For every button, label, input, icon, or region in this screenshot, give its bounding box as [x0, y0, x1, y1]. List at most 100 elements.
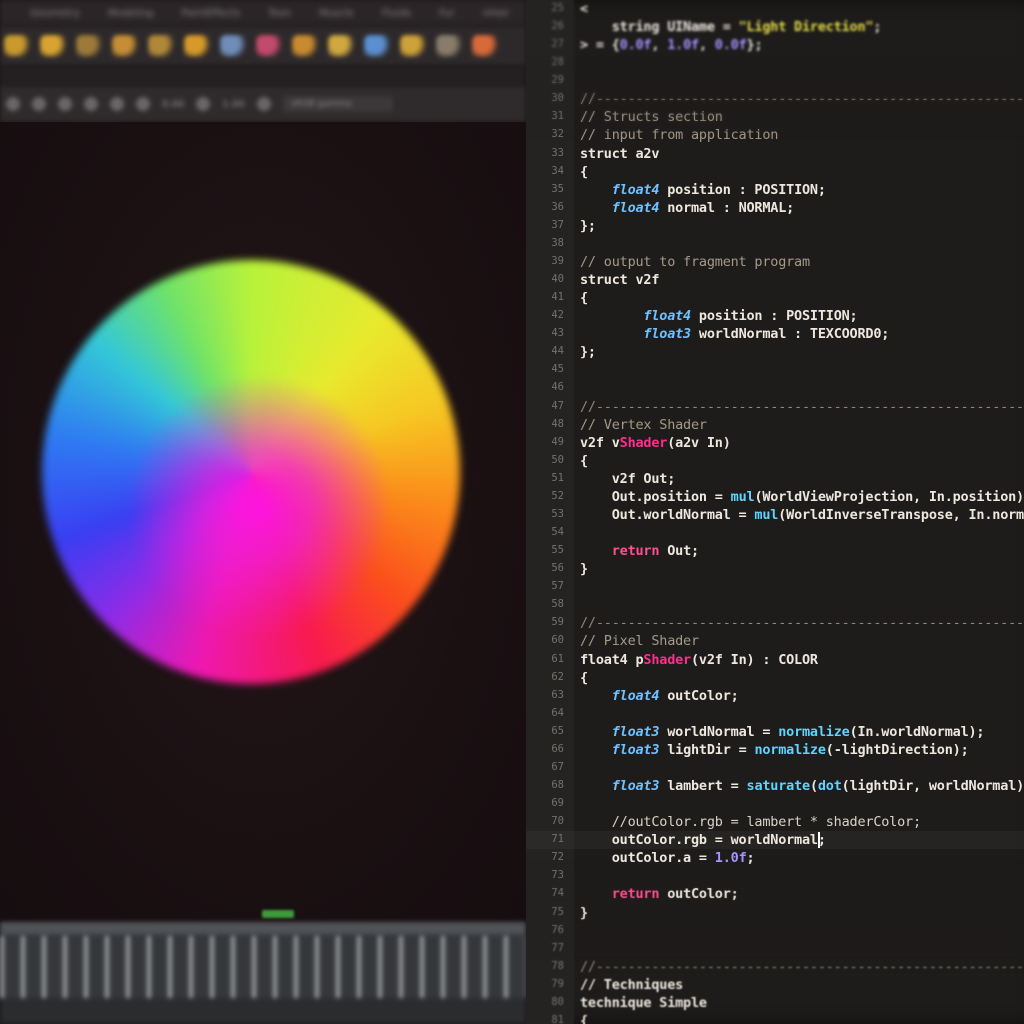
- code-line[interactable]: 52 Out.position = mul(WorldViewProjectio…: [526, 488, 1024, 506]
- code-line[interactable]: 73: [526, 867, 1024, 885]
- code-line[interactable]: 56}: [526, 560, 1024, 578]
- code-line[interactable]: 74 return outColor;: [526, 885, 1024, 903]
- tool-icon[interactable]: [292, 35, 318, 57]
- code-line[interactable]: 76: [526, 922, 1024, 940]
- shelf-tab[interactable]: Modeling: [108, 8, 154, 19]
- camera-icon[interactable]: [6, 97, 20, 111]
- code-line[interactable]: 54: [526, 524, 1024, 542]
- exposure-value[interactable]: 0.00: [162, 99, 184, 110]
- code-line[interactable]: 46: [526, 379, 1024, 397]
- code-token: // input from application: [580, 127, 779, 144]
- code-line[interactable]: 81 {: [526, 1012, 1024, 1024]
- viewport-canvas[interactable]: [0, 122, 526, 922]
- code-line[interactable]: 58: [526, 596, 1024, 614]
- shelf-tab[interactable]: Toon: [268, 8, 291, 19]
- code-line[interactable]: 68 float3 lambert = saturate(dot(lightDi…: [526, 777, 1024, 795]
- code-line[interactable]: 37};: [526, 217, 1024, 235]
- code-line[interactable]: 53 Out.worldNormal = mul(WorldInverseTra…: [526, 506, 1024, 524]
- tool-icon[interactable]: [472, 35, 498, 57]
- code-line[interactable]: 62 {: [526, 669, 1024, 687]
- code-line[interactable]: 44};: [526, 343, 1024, 361]
- code-line[interactable]: 25 <: [526, 0, 1024, 18]
- code-line[interactable]: 78 //------------------------------------…: [526, 958, 1024, 976]
- code-line[interactable]: 33 struct a2v: [526, 145, 1024, 163]
- code-line[interactable]: 36 float4 normal : NORMAL;: [526, 199, 1024, 217]
- current-frame-marker[interactable]: [262, 910, 294, 918]
- code-line[interactable]: 41 {: [526, 289, 1024, 307]
- exposure-icon[interactable]: [136, 97, 150, 111]
- code-line[interactable]: 40 struct v2f: [526, 271, 1024, 289]
- code-line[interactable]: 42 float4 position : POSITION;: [526, 307, 1024, 325]
- code-line[interactable]: 55 return Out;: [526, 542, 1024, 560]
- tool-icon[interactable]: [220, 35, 246, 57]
- code-line[interactable]: 34 {: [526, 163, 1024, 181]
- tool-icon[interactable]: [148, 35, 174, 57]
- code-line[interactable]: 49 v2f vShader(a2v In): [526, 434, 1024, 452]
- tool-icon[interactable]: [256, 35, 282, 57]
- code-line[interactable]: 77: [526, 940, 1024, 958]
- tool-icon[interactable]: [40, 35, 66, 57]
- shelf-tab[interactable]: Muscle: [319, 8, 354, 19]
- shelf-tab[interactable]: Fluids: [382, 8, 411, 19]
- tool-icon[interactable]: [436, 35, 462, 57]
- code-line[interactable]: 50 {: [526, 452, 1024, 470]
- code-line[interactable]: 26 string UIName = "Light Direction";: [526, 18, 1024, 36]
- tool-icon[interactable]: [76, 35, 102, 57]
- code-line[interactable]: 31 // Structs section: [526, 108, 1024, 126]
- light-icon[interactable]: [84, 97, 98, 111]
- code-line[interactable]: 57: [526, 578, 1024, 596]
- code-line[interactable]: 60 // Pixel Shader: [526, 632, 1024, 650]
- code-editor[interactable]: 25 <26 string UIName = "Light Direction";…: [526, 0, 1024, 1024]
- time-slider[interactable]: [0, 922, 526, 1024]
- shelf-tab[interactable]: nHair: [483, 8, 510, 19]
- color-space-dropdown[interactable]: sRGB gamma: [282, 96, 393, 112]
- gamma-value[interactable]: 1.00: [222, 99, 244, 110]
- line-number: 45: [551, 363, 564, 376]
- code-line[interactable]: 39 // output to fragment program: [526, 253, 1024, 271]
- code-line[interactable]: 38: [526, 235, 1024, 253]
- tool-icon[interactable]: [400, 35, 426, 57]
- code-line[interactable]: 79 // Techniques: [526, 976, 1024, 994]
- code-line[interactable]: 64: [526, 705, 1024, 723]
- code-line[interactable]: 30 //------------------------------------…: [526, 90, 1024, 108]
- tool-icon[interactable]: [4, 35, 30, 57]
- gamma-icon[interactable]: [196, 97, 211, 111]
- code-line[interactable]: 70 //outColor.rgb = lambert * shaderColo…: [526, 813, 1024, 831]
- color-management-icon[interactable]: [256, 97, 271, 111]
- tool-icon[interactable]: [328, 35, 354, 57]
- code-line[interactable]: 28: [526, 54, 1024, 72]
- code-line[interactable]: 43 float3 worldNormal : TEXCOORD0;: [526, 325, 1024, 343]
- texture-icon[interactable]: [110, 97, 124, 111]
- code-line[interactable]: 67: [526, 759, 1024, 777]
- shelf-tab[interactable]: Geometry: [30, 8, 80, 19]
- time-slider-ticks[interactable]: [0, 936, 526, 998]
- code-line[interactable]: 75}: [526, 904, 1024, 922]
- code-line[interactable]: 71 outColor.rgb = worldNormal;: [526, 831, 1024, 849]
- code-line[interactable]: 80 technique Simple: [526, 994, 1024, 1012]
- code-line[interactable]: 29: [526, 72, 1024, 90]
- code-line[interactable]: 59 //------------------------------------…: [526, 614, 1024, 632]
- tool-icon[interactable]: [364, 35, 390, 57]
- code-line[interactable]: 51 v2f Out;: [526, 470, 1024, 488]
- code-line[interactable]: 65 float3 worldNormal = normalize(In.wor…: [526, 723, 1024, 741]
- code-line[interactable]: 63 float4 outColor;: [526, 687, 1024, 705]
- grid-icon[interactable]: [32, 97, 46, 111]
- range-slider[interactable]: [0, 998, 526, 1024]
- tool-icon[interactable]: [112, 35, 138, 57]
- line-number: 46: [551, 381, 564, 394]
- tool-icon[interactable]: [184, 35, 210, 57]
- code-line[interactable]: 66 float3 lightDir = normalize(-lightDir…: [526, 741, 1024, 759]
- code-line[interactable]: 35 float4 position : POSITION;: [526, 181, 1024, 199]
- shelf-tab[interactable]: PaintEffects: [181, 8, 240, 19]
- code-line[interactable]: 72 outColor.a = 1.0f;: [526, 849, 1024, 867]
- code-line[interactable]: 48 // Vertex Shader: [526, 416, 1024, 434]
- code-line[interactable]: 32 // input from application: [526, 126, 1024, 144]
- normal-shaded-sphere[interactable]: [42, 260, 460, 684]
- code-line[interactable]: 61 float4 pShader(v2f In) : COLOR: [526, 651, 1024, 669]
- code-line[interactable]: 69: [526, 795, 1024, 813]
- shelf-tab[interactable]: Fur: [439, 8, 455, 19]
- code-line[interactable]: 27 > = {0.0f, 1.0f, 0.0f};: [526, 36, 1024, 54]
- code-line[interactable]: 47 //------------------------------------…: [526, 398, 1024, 416]
- code-line[interactable]: 45: [526, 361, 1024, 379]
- shading-icon[interactable]: [58, 97, 72, 111]
